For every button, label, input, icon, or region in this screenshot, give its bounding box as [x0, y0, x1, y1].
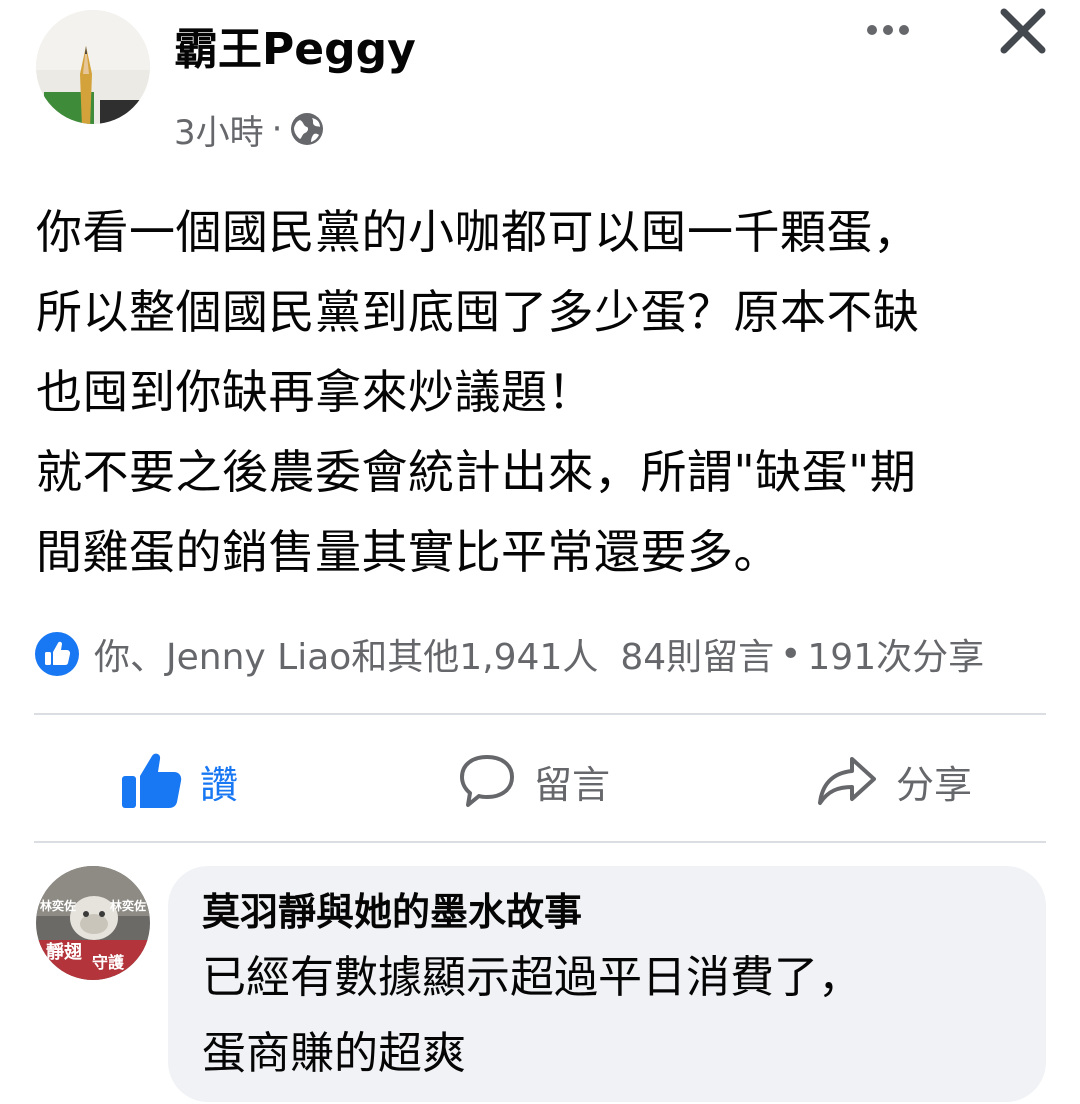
like-reaction-icon [35, 632, 79, 676]
post-text-line: 也囤到你缺再拿來炒議題！ [36, 365, 594, 419]
divider [34, 713, 1046, 715]
divider [34, 841, 1046, 843]
comments-count[interactable]: 84則留言 [620, 628, 774, 680]
like-button[interactable]: 讚 [120, 740, 238, 822]
avatar-text: 林奕佐 [110, 898, 146, 913]
reactions-summary[interactable]: 你、Jenny Liao和其他1,941人 [94, 628, 598, 680]
post-time[interactable]: 3小時 [174, 105, 264, 154]
like-label: 讚 [200, 762, 239, 807]
more-options-button[interactable] [860, 8, 916, 52]
shares-count[interactable]: 191次分享 [807, 628, 984, 680]
comment-label: 留言 [534, 762, 611, 807]
reactions-bar: 你、Jenny Liao和其他1,941人 84則留言 • 191次分享 [34, 622, 1080, 686]
author-name[interactable]: 霸王Peggy [174, 18, 416, 82]
comment-bubble[interactable]: 莫羽靜與她的墨水故事 已經有數據顯示超過平日消費了， 蛋商賺的超爽 [168, 866, 1046, 1102]
comment-text: 已經有數據顯示超過平日消費了， 蛋商賺的超爽 [202, 940, 1016, 1092]
comment-author[interactable]: 莫羽靜與她的墨水故事 [202, 884, 1016, 940]
close-button[interactable] [996, 4, 1050, 58]
share-arrow-icon [818, 757, 876, 805]
meta-separator: · [271, 109, 283, 149]
avatar-text: 靜翅 [46, 941, 82, 963]
comment-text-line: 蛋商賺的超爽 [202, 1028, 466, 1079]
avatar-text: 守護 [92, 953, 125, 972]
more-horizontal-icon [867, 25, 909, 35]
post-text-line: 間雞蛋的銷售量其實比平常還要多。 [36, 525, 780, 579]
post-meta: 3小時 · [174, 104, 324, 154]
post-text-line: 就不要之後農委會統計出來，所謂"缺蛋"期 [36, 445, 917, 499]
author-avatar[interactable] [36, 10, 150, 124]
post-text-line: 你看一個國民黨的小咖都可以囤一千顆蛋， [36, 205, 920, 259]
post-text: 你看一個國民黨的小咖都可以囤一千顆蛋， 所以整個國民黨到底囤了多少蛋？原本不缺 … [36, 192, 1066, 592]
comment-button[interactable]: 留言 [458, 740, 610, 822]
comment-bubble-icon [460, 755, 514, 807]
share-label: 分享 [896, 762, 973, 807]
post-text-line: 所以整個國民黨到底囤了多少蛋？原本不缺 [36, 285, 920, 339]
avatar-text: 林奕佐 [40, 898, 76, 913]
globe-icon [291, 113, 324, 145]
stats-separator: • [780, 633, 802, 675]
share-button[interactable]: 分享 [816, 740, 972, 822]
thumbs-up-icon [122, 753, 182, 808]
comment-text-line: 已經有數據顯示超過平日消費了， [202, 952, 862, 1003]
commenter-avatar[interactable]: 林奕佐 林奕佐 靜翅 守護 [36, 866, 150, 980]
close-icon [1000, 8, 1046, 54]
